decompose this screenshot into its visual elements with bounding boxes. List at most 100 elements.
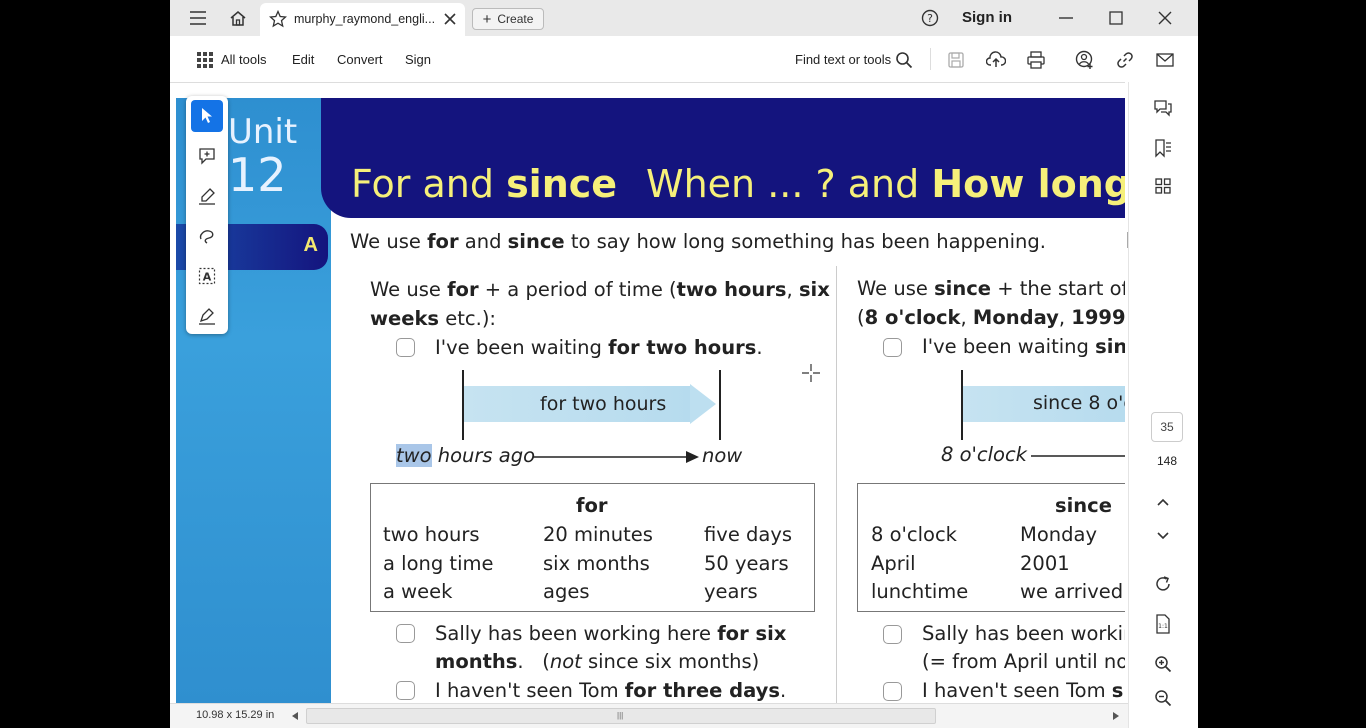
convert-button[interactable]: Convert <box>337 52 383 67</box>
sign-tool-button[interactable] <box>191 300 223 332</box>
document-page[interactable]: Unit 12 For and since When ... ? and How… <box>176 98 1125 703</box>
right-side-rail: 35 148 1:1 <box>1128 82 1198 728</box>
since-box-title: since <box>1055 494 1112 517</box>
left-rule-line1: We use for + a period of time (two hours… <box>370 278 830 301</box>
link-icon[interactable] <box>1114 49 1136 71</box>
horizontal-scrollbar[interactable]: ||| <box>306 708 936 724</box>
since-examples-box: since 8 o'clock April lunchtime Monday 2… <box>857 483 1125 612</box>
right-example-3: I haven't seen Tom sin <box>922 679 1125 702</box>
upload-cloud-icon[interactable] <box>985 49 1007 71</box>
help-icon[interactable]: ? <box>920 8 940 28</box>
text-recognition-tool-button[interactable]: A <box>191 260 223 292</box>
example-checkbox[interactable] <box>883 682 902 701</box>
create-button[interactable]: + Create <box>472 8 544 30</box>
search-icon[interactable] <box>893 49 915 71</box>
quick-tools-palette: A <box>186 96 228 334</box>
thumbnails-grid-icon[interactable] <box>1151 174 1175 198</box>
all-tools-button[interactable]: All tools <box>221 52 267 67</box>
save-icon[interactable] <box>945 49 967 71</box>
right-example-2: Sally has been workin <box>922 622 1125 645</box>
select-tool-button[interactable] <box>191 100 223 132</box>
intro-sentence: We use for and since to say how long som… <box>350 230 1046 253</box>
maximize-icon[interactable] <box>1106 8 1126 28</box>
print-icon[interactable] <box>1025 49 1047 71</box>
comment-add-icon <box>199 148 215 165</box>
section-letter: A <box>303 234 318 256</box>
page-fit-icon[interactable]: 1:1 <box>1151 612 1175 636</box>
freehand-draw-icon <box>199 230 214 244</box>
unit-title-part2: When ... ? and How long <box>646 162 1125 206</box>
share-user-icon[interactable] <box>1074 49 1096 71</box>
minimize-icon[interactable] <box>1056 8 1076 28</box>
draw-tool-button[interactable] <box>191 220 223 252</box>
bookmarks-icon[interactable] <box>1151 136 1175 160</box>
svg-text:A: A <box>203 271 212 284</box>
page-dimensions: 10.98 x 15.29 in <box>196 709 275 721</box>
for-box-item: ages <box>543 580 590 603</box>
page-number-input[interactable]: 35 <box>1151 412 1183 442</box>
left-example-2-cont: months. (not since six months) <box>435 650 760 673</box>
close-tab-icon[interactable] <box>440 9 460 29</box>
for-examples-box: for two hours a long time a week 20 minu… <box>370 483 815 612</box>
email-icon[interactable] <box>1154 49 1176 71</box>
for-box-item: two hours <box>383 523 480 546</box>
scroll-grip-icon: ||| <box>617 711 624 720</box>
sign-button[interactable]: Sign <box>405 52 431 67</box>
for-box-item: five days <box>704 523 793 546</box>
tab-title: murphy_raymond_engli... <box>294 12 434 26</box>
zoom-in-icon[interactable] <box>1151 652 1175 676</box>
timeline-end-label: now <box>702 444 743 467</box>
title-when: When ... ? and <box>646 162 920 206</box>
comments-panel-icon[interactable] <box>1151 96 1175 120</box>
previous-page-icon[interactable] <box>1151 490 1175 514</box>
for-box-item: a week <box>383 580 453 603</box>
since-box-item: April <box>871 552 916 575</box>
edit-button[interactable]: Edit <box>292 52 314 67</box>
highlighter-icon <box>199 188 215 205</box>
text-select-icon: A <box>198 267 216 285</box>
right-timeline-arrow <box>1031 455 1125 457</box>
apps-grid-icon[interactable] <box>194 49 216 71</box>
since-box-item: we arrived <box>1020 580 1124 603</box>
scroll-left-icon[interactable] <box>292 712 298 720</box>
page-total: 148 <box>1157 454 1178 468</box>
right-example-1: I've been waiting sinc <box>922 335 1125 358</box>
for-box-item: a long time <box>383 552 494 575</box>
next-page-icon[interactable] <box>1151 524 1175 548</box>
example-checkbox[interactable] <box>396 338 415 357</box>
scroll-right-icon[interactable] <box>1113 712 1119 720</box>
title-since: since <box>506 162 618 206</box>
zoom-out-icon[interactable] <box>1151 686 1175 710</box>
timeline-start-label: two hours ago <box>396 444 536 467</box>
menu-icon[interactable] <box>188 8 208 28</box>
timeline-arrow <box>533 451 699 463</box>
highlight-tool-button[interactable] <box>191 180 223 212</box>
example-checkbox[interactable] <box>883 338 902 357</box>
cursor-arrow-icon <box>202 108 212 123</box>
star-icon[interactable] <box>268 9 288 29</box>
svg-text:1:1: 1:1 <box>1158 623 1168 630</box>
add-comment-tool-button[interactable] <box>191 140 223 172</box>
example-checkbox[interactable] <box>396 681 415 700</box>
close-window-icon[interactable] <box>1155 8 1175 28</box>
unit-number: 12 <box>228 148 287 202</box>
sign-in-button[interactable]: Sign in <box>962 9 1012 26</box>
home-icon[interactable] <box>228 8 248 28</box>
since-box-item: 2001 <box>1020 552 1070 575</box>
plus-icon: + <box>482 10 492 28</box>
acrobat-window: murphy_raymond_engli... + Create ? Sign … <box>170 0 1198 728</box>
for-box-item: years <box>704 580 758 603</box>
document-tab[interactable]: murphy_raymond_engli... <box>260 3 465 36</box>
arrow-label-since: since 8 o'c <box>1033 392 1125 414</box>
rotate-icon[interactable] <box>1151 572 1175 596</box>
example-checkbox[interactable] <box>883 625 902 644</box>
highlighted-text[interactable]: two <box>396 444 432 467</box>
right-example-2-cont: (= from April until nov <box>922 650 1125 673</box>
svg-text:?: ? <box>927 12 933 25</box>
right-rule-line1: We use since + the start of a <box>857 277 1125 300</box>
find-tools-button[interactable]: Find text or tools <box>795 52 891 67</box>
title-how-long: How long <box>931 162 1125 206</box>
example-checkbox[interactable] <box>396 624 415 643</box>
left-example-3: I haven't seen Tom for three days. <box>435 679 787 702</box>
column-separator <box>836 266 837 703</box>
